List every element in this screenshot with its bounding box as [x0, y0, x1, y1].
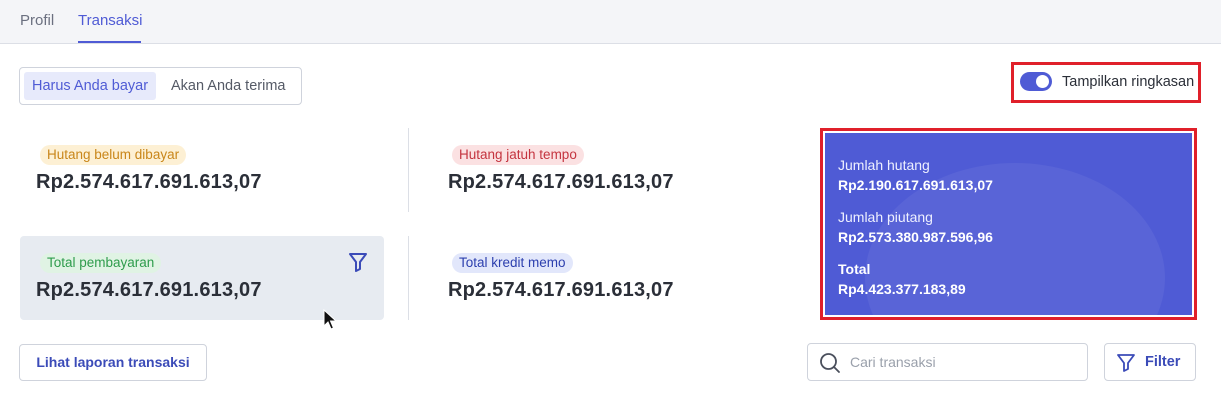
summary-toggle-container: Tampilkan ringkasan	[1011, 62, 1201, 103]
search-box	[807, 343, 1088, 381]
segment-harus-anda-bayar[interactable]: Harus Anda bayar	[24, 72, 157, 100]
card-total-kredit-memo: Total kredit memo Rp2.574.617.691.613,07	[432, 236, 796, 320]
card-hutang-jatuh-tempo: Hutang jatuh tempo Rp2.574.617.691.613,0…	[432, 128, 796, 212]
tab-bar: Profil Transaksi	[0, 0, 1221, 44]
filter-icon	[1117, 354, 1135, 372]
filter-button[interactable]: Filter	[1104, 343, 1196, 381]
mouse-cursor-icon	[323, 309, 337, 330]
status-badge: Total pembayaran	[40, 253, 162, 273]
summary-toggle-label: Tampilkan ringkasan	[1062, 74, 1195, 90]
card-amount: Rp2.574.617.691.613,07	[36, 279, 262, 301]
summary-debt-label: Jumlah hutang	[838, 157, 930, 173]
search-input[interactable]	[850, 352, 1075, 372]
payment-direction-switch: Harus Anda bayar Akan Anda terima	[19, 67, 302, 105]
tab-profil[interactable]: Profil	[20, 12, 54, 29]
summary-total-label: Total	[838, 261, 871, 277]
summary-debt-value: Rp2.190.617.691.613,07	[838, 177, 993, 193]
summary-toggle-switch[interactable]	[1020, 72, 1052, 91]
card-hutang-belum-dibayar: Hutang belum dibayar Rp2.574.617.691.613…	[20, 128, 384, 212]
card-amount: Rp2.574.617.691.613,07	[448, 171, 674, 193]
status-badge: Total kredit memo	[452, 253, 573, 273]
segment-akan-anda-terima[interactable]: Akan Anda terima	[163, 72, 293, 100]
summary-receivable-label: Jumlah piutang	[838, 209, 933, 225]
summary-panel: Jumlah hutang Rp2.190.617.691.613,07 Jum…	[825, 133, 1192, 315]
filter-button-label: Filter	[1145, 354, 1181, 370]
view-report-button[interactable]: Lihat laporan transaksi	[19, 344, 207, 381]
card-amount: Rp2.574.617.691.613,07	[36, 171, 262, 193]
summary-panel-highlight: Jumlah hutang Rp2.190.617.691.613,07 Jum…	[820, 128, 1197, 320]
status-badge: Hutang jatuh tempo	[452, 145, 584, 165]
funnel-icon[interactable]	[348, 251, 368, 273]
active-tab-indicator	[78, 41, 141, 43]
summary-total-value: Rp4.423.377.183,89	[838, 281, 966, 297]
card-total-pembayaran[interactable]: Total pembayaran Rp2.574.617.691.613,07	[20, 236, 384, 320]
card-amount: Rp2.574.617.691.613,07	[448, 279, 674, 301]
divider	[408, 128, 409, 212]
summary-receivable-value: Rp2.573.380.987.596,96	[838, 229, 993, 245]
status-badge: Hutang belum dibayar	[40, 145, 187, 165]
toggle-knob	[1036, 75, 1049, 88]
search-icon	[820, 353, 840, 373]
divider	[408, 236, 409, 320]
tab-transaksi[interactable]: Transaksi	[78, 12, 142, 29]
